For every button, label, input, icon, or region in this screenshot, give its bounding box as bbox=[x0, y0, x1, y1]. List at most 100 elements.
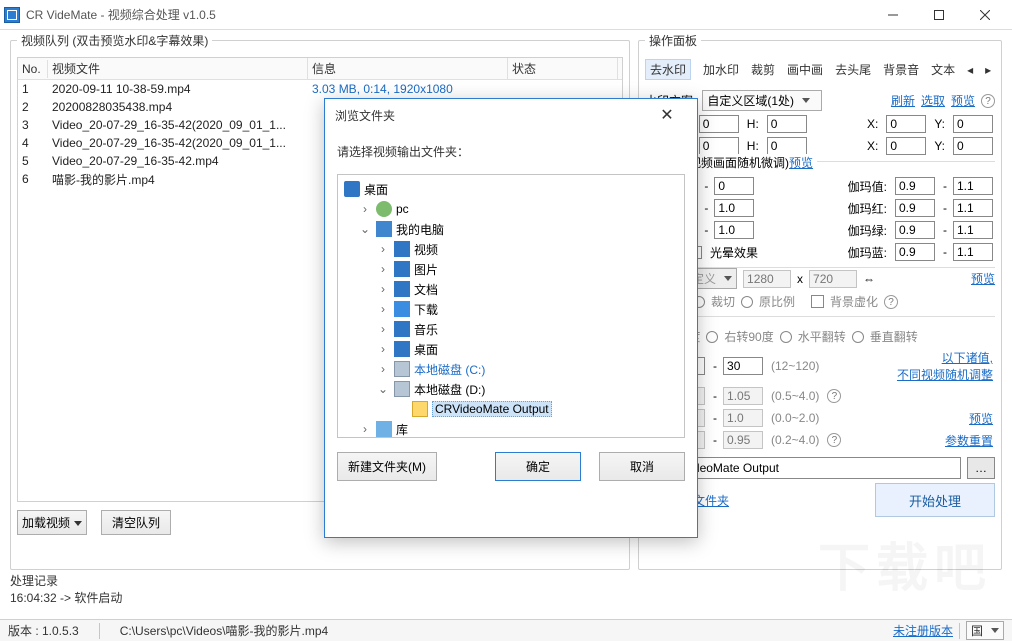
operation-panel-legend: 操作面板 bbox=[645, 32, 701, 49]
col-no[interactable]: No. bbox=[18, 60, 48, 78]
downloads-icon bbox=[394, 301, 410, 317]
w2-input[interactable] bbox=[699, 137, 739, 155]
dialog-instruction: 请选择视频输出文件夹： bbox=[337, 143, 685, 160]
tab-add-watermark[interactable]: 加水印 bbox=[703, 61, 739, 78]
x2-input[interactable] bbox=[886, 137, 926, 155]
tree-output-folder[interactable]: CRVideoMate Output bbox=[340, 399, 682, 419]
param-deg-b[interactable] bbox=[723, 387, 763, 405]
param-last-b[interactable] bbox=[723, 431, 763, 449]
rot-r90-radio[interactable] bbox=[706, 331, 718, 343]
y2-input[interactable] bbox=[953, 137, 993, 155]
gamma-b-a[interactable] bbox=[895, 243, 935, 261]
y-input[interactable] bbox=[953, 115, 993, 133]
statusbar: 版本 : 1.0.5.3 C:\Users\pc\Videos\喵影-我的影片.… bbox=[0, 619, 1012, 641]
param-range-b[interactable] bbox=[723, 357, 763, 375]
dialog-title: 浏览文件夹 bbox=[335, 107, 395, 124]
gamma-b-b[interactable] bbox=[953, 243, 993, 261]
tree-desktop[interactable]: 桌面 bbox=[340, 179, 682, 199]
adj-b3[interactable] bbox=[714, 221, 754, 239]
select-region-link[interactable]: 选取 bbox=[921, 92, 945, 109]
tree-my-computer[interactable]: ⌄我的电脑 bbox=[340, 219, 682, 239]
w-input[interactable] bbox=[699, 115, 739, 133]
table-row[interactable]: 12020-09-11 10-38-59.mp43.03 MB, 0:14, 1… bbox=[18, 80, 622, 98]
gamma-g-a[interactable] bbox=[895, 221, 935, 239]
tabs-chevron-left-icon[interactable]: ◂ bbox=[967, 63, 973, 77]
clear-queue-button[interactable]: 清空队列 bbox=[101, 510, 171, 535]
gamma-val-a[interactable] bbox=[895, 177, 935, 195]
operation-tabs: 去水印 加水印 裁剪 画中画 去头尾 背景音 文本 ◂ ▸ bbox=[645, 55, 995, 86]
status-path: C:\Users\pc\Videos\喵影-我的影片.mp4 bbox=[120, 622, 329, 639]
tab-bgm[interactable]: 背景音 bbox=[883, 61, 919, 78]
dialog-ok-button[interactable]: 确定 bbox=[495, 452, 581, 481]
tab-crop[interactable]: 裁剪 bbox=[751, 61, 775, 78]
tree-disk-d[interactable]: ⌄本地磁盘 (D:) bbox=[340, 379, 682, 399]
adj-b1[interactable] bbox=[714, 177, 754, 195]
scheme-combo[interactable]: 自定义区域(1处) bbox=[702, 90, 822, 111]
tabs-chevron-right-icon[interactable]: ▸ bbox=[985, 63, 991, 77]
tree-pc-user[interactable]: ›pc bbox=[340, 199, 682, 219]
log-area: 处理记录 16:04:32 -> 软件启动 bbox=[0, 570, 1012, 608]
h2-input[interactable] bbox=[767, 137, 807, 155]
param-preview-link[interactable]: 预览 bbox=[969, 410, 993, 427]
rot-hflip-radio[interactable] bbox=[780, 331, 792, 343]
size-h-input[interactable] bbox=[809, 270, 857, 288]
param-reset-link[interactable]: 参数重置 bbox=[945, 432, 993, 449]
gamma-r-b[interactable] bbox=[953, 199, 993, 217]
disk-c-icon bbox=[394, 361, 410, 377]
browse-output-button[interactable]: … bbox=[967, 457, 995, 479]
adj-b2[interactable] bbox=[714, 199, 754, 217]
maximize-button[interactable] bbox=[916, 0, 962, 30]
opt-ratio-radio[interactable] bbox=[741, 296, 753, 308]
help-icon[interactable]: ? bbox=[981, 94, 995, 108]
tree-docs[interactable]: ›文档 bbox=[340, 279, 682, 299]
swap-icon[interactable]: ⇔ bbox=[863, 272, 875, 286]
dialog-new-folder-button[interactable]: 新建文件夹(M) bbox=[337, 452, 437, 481]
pictures-icon bbox=[394, 261, 410, 277]
status-unregistered-link[interactable]: 未注册版本 bbox=[893, 622, 953, 639]
videos-icon bbox=[394, 241, 410, 257]
folder-tree[interactable]: 桌面 ›pc ⌄我的电脑 ›视频 ›图片 ›文档 ›下载 ›音乐 ›桌面 ›本地… bbox=[337, 174, 685, 438]
window-title: CR VideMate - 视频综合处理 v1.0.5 bbox=[26, 6, 216, 23]
h-input[interactable] bbox=[767, 115, 807, 133]
gamma-val-b[interactable] bbox=[953, 177, 993, 195]
dialog-close-button[interactable]: ✕ bbox=[647, 105, 687, 125]
col-file[interactable]: 视频文件 bbox=[48, 58, 308, 79]
start-process-button[interactable]: 开始处理 bbox=[875, 483, 995, 517]
dialog-cancel-button[interactable]: 取消 bbox=[599, 452, 685, 481]
status-version: 版本 : 1.0.5.3 bbox=[8, 622, 79, 639]
col-status[interactable]: 状态 bbox=[508, 58, 618, 79]
tree-disk-c[interactable]: ›本地磁盘 (C:) bbox=[340, 359, 682, 379]
tree-videos[interactable]: ›视频 bbox=[340, 239, 682, 259]
rot-vflip-radio[interactable] bbox=[852, 331, 864, 343]
tree-lib[interactable]: ›库 bbox=[340, 419, 682, 438]
param-seg-b[interactable] bbox=[723, 409, 763, 427]
tree-music[interactable]: ›音乐 bbox=[340, 319, 682, 339]
x-input[interactable] bbox=[886, 115, 926, 133]
gamma-r-a[interactable] bbox=[895, 199, 935, 217]
tab-text[interactable]: 文本 bbox=[931, 61, 955, 78]
tree-desktop2[interactable]: ›桌面 bbox=[340, 339, 682, 359]
tree-pictures[interactable]: ›图片 bbox=[340, 259, 682, 279]
size-w-input[interactable] bbox=[743, 270, 791, 288]
opt-blur-checkbox[interactable] bbox=[811, 295, 824, 308]
param-deg-help-icon[interactable]: ? bbox=[827, 389, 841, 403]
close-button[interactable] bbox=[962, 0, 1008, 30]
music-icon bbox=[394, 321, 410, 337]
size-preview-link[interactable]: 预览 bbox=[971, 270, 995, 287]
tab-trim[interactable]: 去头尾 bbox=[835, 61, 871, 78]
gamma-g-b[interactable] bbox=[953, 221, 993, 239]
tree-downloads[interactable]: ›下载 bbox=[340, 299, 682, 319]
minimize-button[interactable] bbox=[870, 0, 916, 30]
preview-link[interactable]: 预览 bbox=[951, 92, 975, 109]
tab-pip[interactable]: 画中画 bbox=[787, 61, 823, 78]
size-help-icon[interactable]: ? bbox=[884, 295, 898, 309]
col-info[interactable]: 信息 bbox=[308, 58, 508, 79]
adjust-preview-link[interactable]: 预览 bbox=[789, 154, 813, 171]
language-combo[interactable]: 国 bbox=[966, 621, 1004, 640]
param-last-help-icon[interactable]: ? bbox=[827, 433, 841, 447]
refresh-link[interactable]: 刷新 bbox=[891, 92, 915, 109]
log-title: 处理记录 bbox=[10, 572, 1002, 589]
docs-icon bbox=[394, 281, 410, 297]
load-video-button[interactable]: 加载视频 bbox=[17, 510, 87, 535]
tab-remove-watermark[interactable]: 去水印 bbox=[645, 59, 691, 80]
